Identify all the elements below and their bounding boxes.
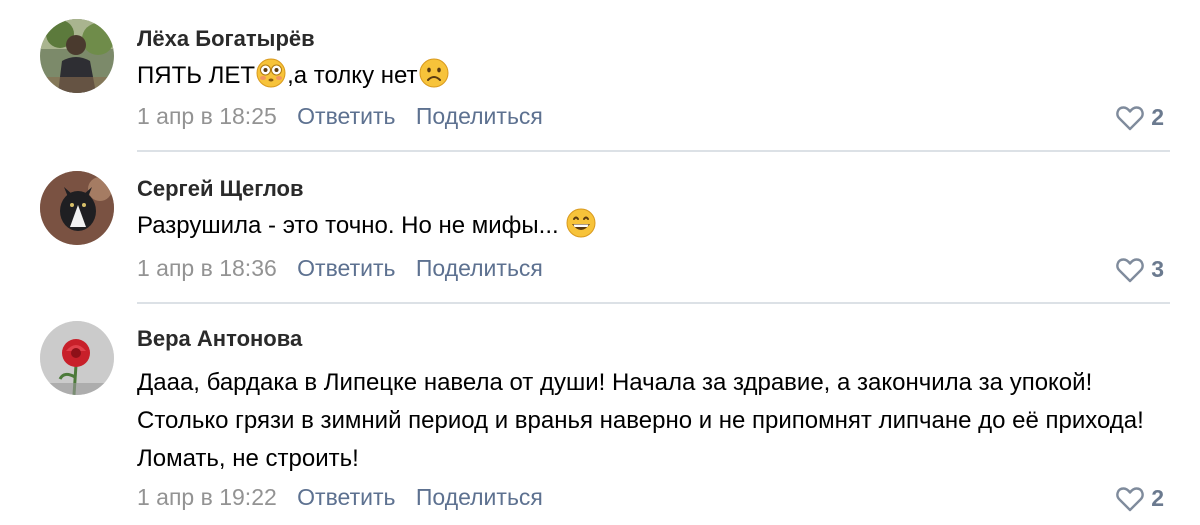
- comment-text: ПЯТЬ ЛЕТ ,а толку нет: [137, 57, 450, 95]
- avatar[interactable]: [40, 171, 114, 245]
- like-button[interactable]: 3: [1115, 256, 1164, 283]
- frowning-face-emoji: [419, 58, 449, 88]
- comment-meta: 1 апр в 18:25 Ответить Поделиться: [137, 103, 557, 130]
- avatar-photo: [40, 19, 114, 93]
- heart-icon: [1116, 105, 1144, 130]
- like-button[interactable]: 2: [1115, 485, 1164, 512]
- avatar[interactable]: [40, 19, 114, 93]
- comment-author[interactable]: Сергей Щеглов: [137, 176, 304, 202]
- comment-date[interactable]: 1 апр в 18:25: [137, 103, 277, 129]
- comment-item: Лёха Богатырёв ПЯТЬ ЛЕТ ,а толку нет 1 а…: [0, 0, 1200, 152]
- share-button[interactable]: Поделиться: [416, 103, 543, 129]
- reply-button[interactable]: Ответить: [297, 255, 395, 281]
- share-button[interactable]: Поделиться: [416, 255, 543, 281]
- flushed-face-emoji: [256, 58, 286, 88]
- comment-date[interactable]: 1 апр в 19:22: [137, 484, 277, 510]
- avatar[interactable]: [40, 321, 114, 395]
- comment-meta: 1 апр в 18:36 Ответить Поделиться: [137, 255, 557, 282]
- comment-date[interactable]: 1 апр в 18:36: [137, 255, 277, 281]
- reply-button[interactable]: Ответить: [297, 103, 395, 129]
- grinning-face-emoji: [566, 208, 596, 238]
- comment-item: Сергей Щеглов Разрушила - это точно. Но …: [0, 152, 1200, 304]
- avatar-photo: [40, 171, 114, 245]
- comment-meta: 1 апр в 19:22 Ответить Поделиться: [137, 484, 557, 511]
- heart-icon: [1116, 486, 1144, 511]
- comment-author[interactable]: Лёха Богатырёв: [137, 26, 315, 52]
- like-button[interactable]: 2: [1115, 104, 1164, 131]
- like-count: 2: [1151, 104, 1164, 130]
- comment-text: Дааа, бардака в Липецке навела от души! …: [137, 369, 1144, 472]
- share-button[interactable]: Поделиться: [416, 484, 543, 510]
- like-count: 3: [1151, 256, 1164, 282]
- avatar-photo: [40, 321, 114, 395]
- comment-text-part: ,а толку нет: [287, 62, 418, 89]
- comment-text-part: Разрушила - это точно. Но не мифы...: [137, 212, 566, 239]
- comment-item: Вера Антонова Дааа, бардака в Липецке на…: [0, 304, 1200, 525]
- comment-text-part: ПЯТЬ ЛЕТ: [137, 62, 256, 89]
- comment-author[interactable]: Вера Антонова: [137, 326, 302, 352]
- comment-text: Разрушила - это точно. Но не мифы...: [137, 207, 597, 245]
- reply-button[interactable]: Ответить: [297, 484, 395, 510]
- heart-icon: [1116, 257, 1144, 282]
- like-count: 2: [1151, 485, 1164, 511]
